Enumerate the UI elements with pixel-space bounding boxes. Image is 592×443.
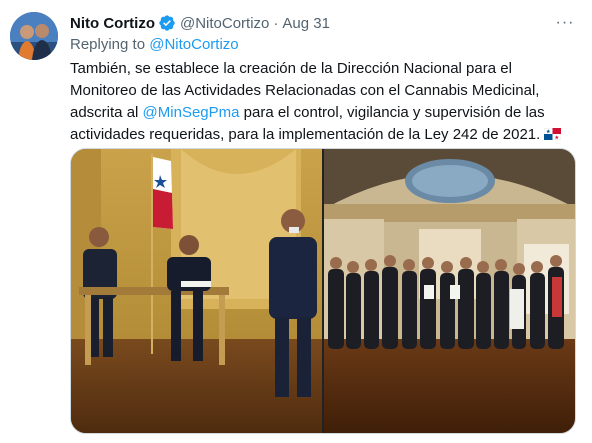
separator-dot: · (273, 14, 279, 32)
replying-to-label: Replying to (70, 36, 150, 53)
tweet-header: Nito Cortizo @NitoCortizo · Aug 31 (70, 13, 330, 33)
tweet[interactable]: Nito Cortizo @NitoCortizo · Aug 31 ··· R… (0, 0, 592, 443)
tweet-media (70, 148, 576, 434)
replying-to-mention[interactable]: @NitoCortizo (149, 36, 238, 53)
photo-signing-ceremony[interactable] (71, 149, 322, 433)
panama-flag-icon (544, 128, 562, 140)
author-avatar[interactable] (10, 12, 58, 60)
mention-link[interactable]: @MinSegPma (143, 104, 240, 121)
author-handle[interactable]: @NitoCortizo (180, 15, 269, 32)
tweet-date[interactable]: Aug 31 (282, 15, 330, 32)
verified-badge-icon (159, 15, 175, 31)
author-name[interactable]: Nito Cortizo (70, 15, 155, 32)
photo-group-ceremony[interactable] (324, 149, 575, 433)
more-options-icon[interactable]: ··· (554, 13, 576, 33)
tweet-text: También, se establece la creación de la … (70, 58, 576, 146)
replying-to: Replying to @NitoCortizo (70, 36, 239, 53)
